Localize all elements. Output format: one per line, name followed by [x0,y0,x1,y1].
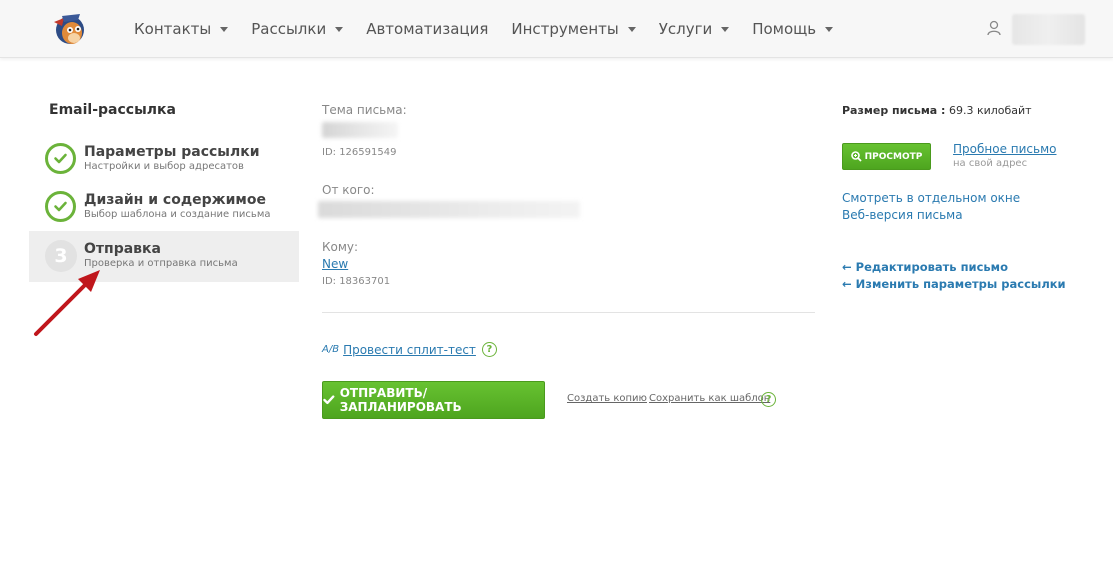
nav-mailings[interactable]: Рассылки [251,20,344,38]
nav-label: Инструменты [511,20,619,38]
check-icon [323,395,335,405]
step-campaign-params[interactable]: Параметры рассылки Настройки и выбор адр… [29,134,299,185]
send-button-label: ОТПРАВИТЬ/ЗАПЛАНИРОВАТЬ [339,386,462,414]
size-label: Размер письма : [842,104,946,117]
nav-tools[interactable]: Инструменты [511,20,636,38]
edit-params-label: Изменить параметры рассылки [855,277,1066,291]
step-title: Параметры рассылки [84,144,260,160]
nav-label: Помощь [752,20,817,38]
zoom-icon [850,151,862,162]
step-title: Отправка [84,241,161,257]
logo-icon[interactable] [48,8,92,48]
recipient-list-id: ID: 18363701 [322,276,391,287]
nav-contacts[interactable]: Контакты [134,20,229,38]
step-title: Дизайн и содержимое [84,192,266,208]
nav-automation[interactable]: Автоматизация [366,20,488,38]
chevron-down-icon [220,26,229,32]
ab-test-icon: A/B [322,344,340,355]
chevron-down-icon [825,26,834,32]
nav-label: Рассылки [251,20,327,38]
chevron-down-icon [627,26,636,32]
help-icon[interactable]: ? [761,392,776,407]
open-separate-window-link[interactable]: Смотреть в отдельном окне [842,191,1020,205]
save-as-template-link[interactable]: Сохранить как шаблон [649,393,770,404]
step-design-content[interactable]: Дизайн и содержимое Выбор шаблона и созд… [29,182,299,233]
nav-services[interactable]: Услуги [658,20,730,38]
from-label: От кого: [322,183,375,197]
arrow-left-icon: ← [842,260,852,274]
chevron-down-icon [335,26,344,32]
web-version-link[interactable]: Веб-версия письма [842,208,963,222]
step-subtitle: Настройки и выбор адресатов [84,161,244,172]
main-nav: Контакты Рассылки Автоматизация Инструме… [134,0,856,58]
test-email-sub: на свой адрес [953,158,1028,169]
check-circle-icon [45,191,76,222]
preview-button[interactable]: ПРОСМОТР [842,143,931,170]
nav-label: Услуги [658,20,713,38]
email-size: Размер письма : 69.3 килобайт [842,104,1032,117]
from-value-blurred [318,201,580,218]
check-circle-icon [45,143,76,174]
top-navbar: Контакты Рассылки Автоматизация Инструме… [0,0,1113,58]
preview-button-label: ПРОСМОТР [864,151,923,162]
nav-help[interactable]: Помощь [752,20,834,38]
arrow-left-icon: ← [842,277,852,291]
subject-value-blurred [322,122,398,138]
user-account-blurred[interactable] [1012,14,1085,45]
step-subtitle: Выбор шаблона и создание письма [84,209,271,220]
to-label: Кому: [322,240,359,254]
user-icon[interactable] [986,19,1002,37]
edit-email-label: Редактировать письмо [855,260,1008,274]
nav-label: Контакты [134,20,212,38]
recipient-list-link[interactable]: New [322,257,348,271]
split-test-link[interactable]: Провести сплит-тест [343,343,476,357]
split-test-row: A/B Провести сплит-тест ? [322,342,497,357]
chevron-down-icon [721,26,730,32]
edit-params-link[interactable]: ← Изменить параметры рассылки [842,277,1066,291]
sidebar-title: Email-рассылка [49,102,176,118]
size-value: 69.3 килобайт [948,104,1032,117]
create-copy-link[interactable]: Создать копию [567,393,647,404]
nav-label: Автоматизация [366,20,489,38]
subject-id: ID: 126591549 [322,147,397,158]
subject-label: Тема письма: [322,103,407,117]
edit-email-link[interactable]: ← Редактировать письмо [842,260,1008,274]
send-schedule-button[interactable]: ОТПРАВИТЬ/ЗАПЛАНИРОВАТЬ [322,381,545,419]
divider [322,312,815,313]
help-icon[interactable]: ? [481,342,497,357]
test-email-link[interactable]: Пробное письмо [953,142,1056,156]
red-arrow-annotation-icon [34,270,100,336]
